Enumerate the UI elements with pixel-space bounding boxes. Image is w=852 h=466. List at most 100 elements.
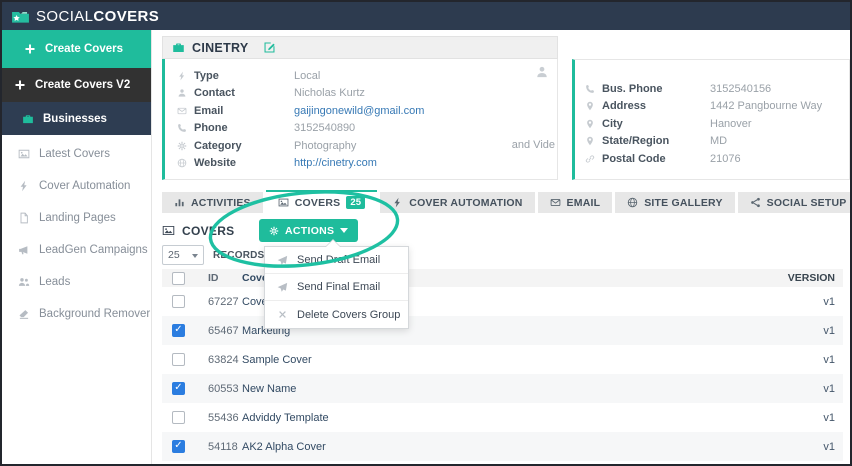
share-icon xyxy=(750,197,761,208)
sidebar-item-landing-pages[interactable]: Landing Pages xyxy=(2,202,151,234)
covers-count-badge: 25 xyxy=(346,195,366,210)
eraser-icon xyxy=(18,308,30,320)
plus-icon xyxy=(14,79,26,91)
image-icon xyxy=(18,148,30,160)
sidebar-item-latest-covers[interactable]: Latest Covers xyxy=(2,138,151,170)
sidebar-item-cover-automation[interactable]: Cover Automation xyxy=(2,170,151,202)
tab-site-gallery[interactable]: SITE GALLERY xyxy=(615,192,735,213)
cover-name-link[interactable]: New Name xyxy=(242,383,765,395)
row-checkbox[interactable] xyxy=(172,324,185,337)
actions-button[interactable]: ACTIONS xyxy=(259,219,359,242)
menu-item-send-draft-email[interactable]: Send Draft Email xyxy=(265,247,408,274)
field-bus-phone: Bus. Phone 3152540156 xyxy=(585,80,841,98)
table-row: 55436 Adviddy Template v1 xyxy=(162,403,843,432)
link-icon xyxy=(585,154,595,164)
field-state-region: State/Region MD xyxy=(585,133,841,151)
cover-name-link[interactable]: Sample Cover xyxy=(242,354,765,366)
cover-name-link[interactable]: AK2 Alpha Cover xyxy=(242,441,765,453)
briefcase-icon xyxy=(22,113,34,125)
bolt-icon xyxy=(392,197,403,208)
business-info-panel: CINETRY Type Local Contact Nicholas Kurt… xyxy=(162,36,558,180)
sidebar-item-create-covers[interactable]: Create Covers xyxy=(2,30,151,68)
field-phone: Phone 3152540890 xyxy=(177,120,549,138)
tab-cover-automation[interactable]: COVER AUTOMATION xyxy=(380,192,535,213)
row-checkbox[interactable] xyxy=(172,295,185,308)
phone-icon xyxy=(177,123,187,133)
row-checkbox[interactable] xyxy=(172,382,185,395)
business-details-right: Bus. Phone 3152540156 Address 1442 Pangb… xyxy=(572,59,850,180)
field-email: Email gaijingonewild@gmail.com xyxy=(177,102,549,120)
field-type: Type Local xyxy=(177,67,549,85)
row-checkbox[interactable] xyxy=(172,353,185,366)
folder-star-icon xyxy=(11,9,30,24)
tab-bar: ACTIVITIES COVERS 25 COVER AUTOMATION EM… xyxy=(162,190,850,213)
megaphone-icon xyxy=(18,244,30,256)
image-icon xyxy=(162,224,175,237)
sidebar-item-label: Latest Covers xyxy=(39,148,110,160)
bolt-icon xyxy=(18,180,30,192)
business-name: CINETRY xyxy=(192,40,249,55)
brand-name: SOCIALCOVERS xyxy=(36,7,160,25)
edit-icon[interactable] xyxy=(263,41,276,54)
phone-icon xyxy=(585,84,595,94)
mail-icon xyxy=(177,106,187,116)
menu-item-send-final-email[interactable]: Send Final Email xyxy=(265,274,408,301)
briefcase-icon xyxy=(172,41,185,54)
tab-covers[interactable]: COVERS 25 xyxy=(265,190,378,213)
tab-social-setup[interactable]: SOCIAL SETUP xyxy=(737,192,850,213)
sidebar-item-leadgen-campaigns[interactable]: LeadGen Campaigns xyxy=(2,234,151,266)
sidebar-item-leads[interactable]: Leads xyxy=(2,266,151,298)
mail-icon xyxy=(550,197,561,208)
select-all-checkbox[interactable] xyxy=(172,271,185,285)
table-row: 63824 Sample Cover v1 xyxy=(162,345,843,374)
image-icon xyxy=(278,197,289,208)
tab-email[interactable]: EMAIL xyxy=(537,192,613,213)
sidebar-item-background-remover[interactable]: Background Remover xyxy=(2,298,151,330)
field-category: Category Photography xyxy=(177,137,549,155)
map-pin-icon xyxy=(585,119,595,129)
globe-icon xyxy=(177,158,187,168)
map-pin-icon xyxy=(585,101,595,111)
covers-section-header: COVERS ACTIONS xyxy=(162,219,843,242)
main-content: CINETRY Type Local Contact Nicholas Kurt… xyxy=(152,30,850,464)
tab-activities[interactable]: ACTIVITIES xyxy=(162,192,263,213)
top-bar: SOCIALCOVERS xyxy=(2,2,850,30)
brand-logo[interactable]: SOCIALCOVERS xyxy=(11,8,159,25)
records-per-page-select[interactable]: 25 xyxy=(162,245,204,265)
field-contact: Contact Nicholas Kurtz xyxy=(177,85,549,103)
cover-name-link[interactable]: Adviddy Template xyxy=(242,412,765,424)
paper-plane-icon xyxy=(277,282,288,293)
app-window: SOCIALCOVERS Create Covers Create Covers… xyxy=(0,0,852,466)
users-icon xyxy=(18,276,30,288)
row-checkbox[interactable] xyxy=(172,411,185,424)
file-icon xyxy=(18,212,30,224)
plus-icon xyxy=(24,43,36,55)
email-link[interactable]: gaijingonewild@gmail.com xyxy=(294,105,424,117)
menu-item-delete-covers-group[interactable]: Delete Covers Group xyxy=(265,301,408,328)
category-extra-text: and Vide xyxy=(511,139,555,151)
field-city: City Hanover xyxy=(585,115,841,133)
row-checkbox[interactable] xyxy=(172,440,185,453)
map-pin-icon xyxy=(585,136,595,146)
sidebar: Create Covers Create Covers V2 Businesse… xyxy=(2,30,152,464)
business-header: CINETRY Type Local Contact Nicholas Kurt… xyxy=(162,36,850,180)
website-link[interactable]: http://cinetry.com xyxy=(294,157,377,169)
business-details-left: Type Local Contact Nicholas Kurtz Email … xyxy=(162,59,558,180)
sidebar-item-label: Businesses xyxy=(43,112,107,125)
field-address: Address 1442 Pangbourne Way xyxy=(585,98,841,116)
field-postal-code: Postal Code 21076 xyxy=(585,150,841,168)
sidebar-item-create-covers-v2[interactable]: Create Covers V2 xyxy=(2,68,151,102)
covers-section-title: COVERS xyxy=(162,224,259,238)
globe-icon xyxy=(627,197,638,208)
chart-bar-icon xyxy=(174,197,185,208)
field-website: Website http://cinetry.com xyxy=(177,155,549,173)
table-row: 54118 AK2 Alpha Cover v1 xyxy=(162,432,843,461)
gear-icon xyxy=(269,226,279,236)
business-title-bar: CINETRY xyxy=(162,36,558,59)
caret-down-icon xyxy=(192,253,198,261)
sidebar-item-businesses[interactable]: Businesses xyxy=(2,102,151,135)
actions-dropdown-menu: Send Draft Email Send Final Email Delete… xyxy=(264,239,409,329)
sidebar-item-label: Cover Automation xyxy=(39,180,131,192)
table-row: 60553 New Name v1 xyxy=(162,374,843,403)
gear-icon xyxy=(177,141,187,151)
